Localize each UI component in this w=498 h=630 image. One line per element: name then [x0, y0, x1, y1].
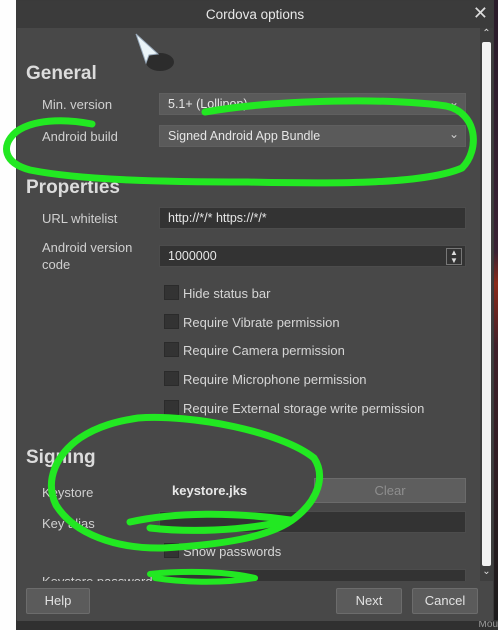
checkbox-label: Require Camera permission — [183, 343, 345, 358]
scroll-down-icon[interactable]: ⌄ — [480, 566, 493, 580]
android-build-label: Android build — [42, 129, 118, 144]
version-code-spinbox[interactable]: 1000000 ▲ ▼ — [159, 245, 466, 267]
dialog-title: Cordova options — [205, 7, 305, 22]
background-window-right — [494, 0, 498, 630]
url-whitelist-input[interactable]: http://*/* https://*/* — [159, 207, 466, 229]
general-heading: General — [26, 63, 97, 84]
dialog-footer: Help Next Cancel — [17, 581, 493, 621]
keystore-password-input[interactable] — [159, 569, 466, 581]
checkbox-label: Show passwords — [183, 544, 282, 559]
key-alias-input[interactable] — [159, 511, 466, 533]
checkbox-box[interactable] — [164, 285, 179, 300]
cordova-options-dialog: Cordova options ✕ General Min. version 5… — [16, 0, 494, 621]
checkbox-box[interactable] — [164, 314, 179, 329]
checkbox-label: Hide status bar — [183, 286, 271, 301]
keystore-password-label: Keystore password — [42, 573, 153, 581]
background-window-left — [0, 0, 16, 630]
version-code-label: Android version code — [42, 240, 133, 272]
title-bar: Cordova options ✕ — [17, 1, 493, 28]
min-version-select[interactable]: 5.1+ (Lollipop) ⌄ — [159, 93, 466, 115]
checkbox-box[interactable] — [164, 342, 179, 357]
checkbox-label: Require Microphone permission — [183, 372, 367, 387]
checkbox-box[interactable] — [164, 543, 179, 558]
checkbox-box[interactable] — [164, 400, 179, 415]
chevron-down-icon: ⌄ — [448, 127, 459, 141]
vertical-scrollbar[interactable]: ⌃ ⌄ — [480, 28, 493, 581]
checkbox-label: Require Vibrate permission — [183, 315, 340, 330]
version-code-value: 1000000 — [168, 249, 217, 263]
android-build-value: Signed Android App Bundle — [168, 129, 321, 143]
checkbox-box[interactable] — [164, 371, 179, 386]
background-window-bottom: Mou — [16, 619, 498, 630]
keystore-filename: keystore.jks — [172, 483, 248, 498]
help-button[interactable]: Help — [26, 588, 90, 614]
next-button[interactable]: Next — [336, 588, 402, 614]
clear-keystore-button[interactable]: Clear — [314, 478, 466, 503]
min-version-label: Min. version — [42, 97, 113, 112]
properties-heading: Properties — [26, 177, 120, 198]
spin-arrows-icon[interactable]: ▲ ▼ — [446, 248, 462, 265]
chevron-down-icon: ⌄ — [448, 95, 459, 109]
keystore-label: Keystore — [42, 485, 94, 500]
checkbox-label: Require External storage write permissio… — [183, 401, 425, 416]
android-build-select[interactable]: Signed Android App Bundle ⌄ — [159, 125, 466, 147]
cancel-button[interactable]: Cancel — [412, 588, 478, 614]
signing-heading: Signing — [26, 447, 96, 468]
scrollbar-thumb[interactable] — [482, 42, 491, 566]
url-whitelist-value: http://*/* https://*/* — [168, 211, 267, 225]
close-icon[interactable]: ✕ — [473, 3, 488, 24]
url-whitelist-label: URL whitelist — [42, 211, 118, 226]
scroll-up-icon[interactable]: ⌃ — [480, 28, 493, 42]
min-version-value: 5.1+ (Lollipop) — [168, 97, 248, 111]
key-alias-label: Key alias — [42, 516, 95, 531]
